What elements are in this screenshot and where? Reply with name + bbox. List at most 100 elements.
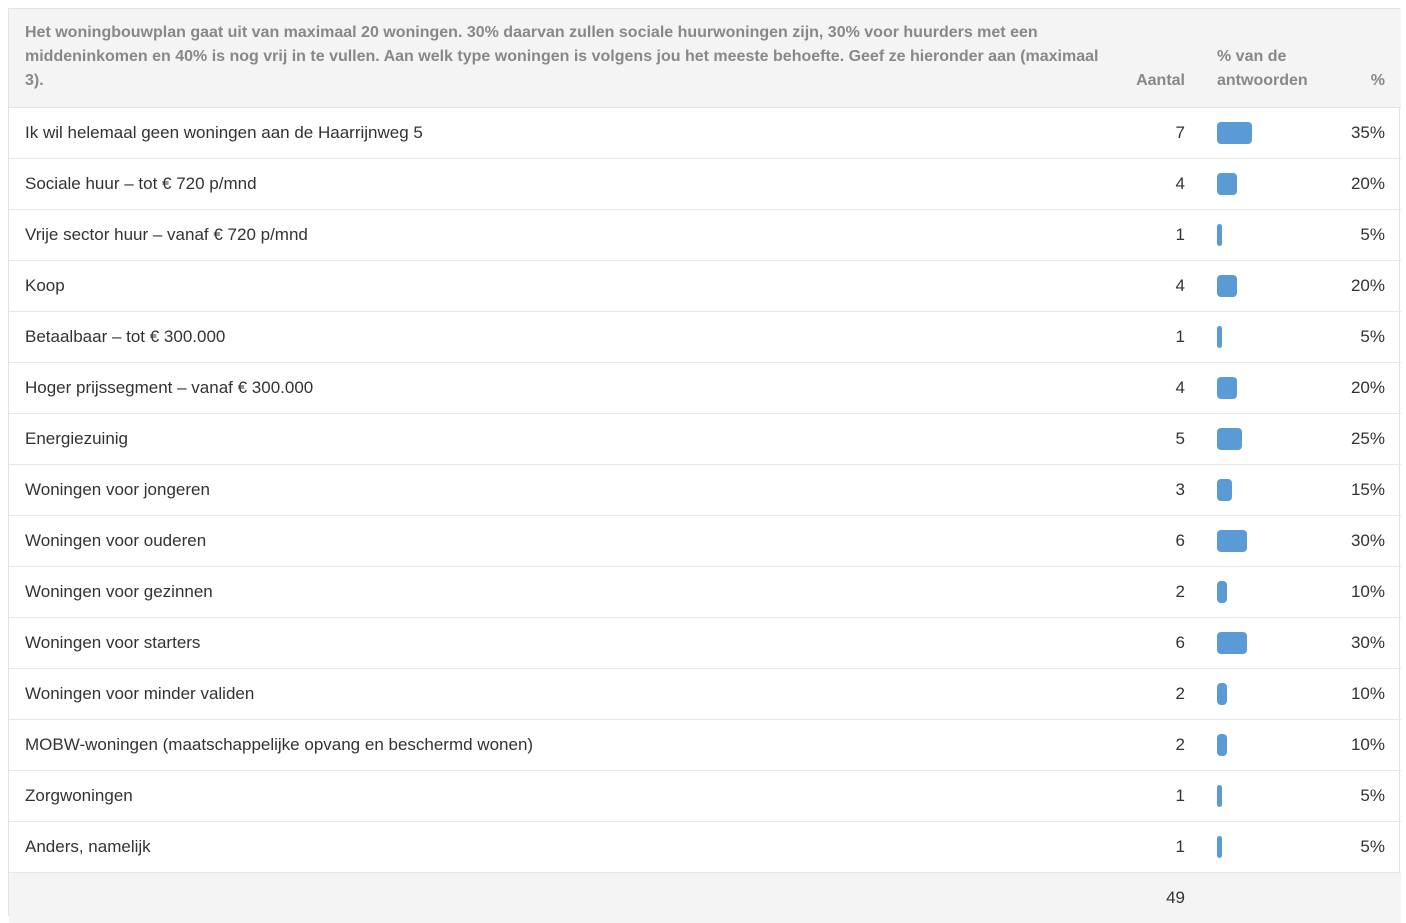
answer-percent: 10% <box>1321 566 1401 618</box>
answer-bar <box>1217 734 1227 756</box>
table-header: Het woningbouwplan gaat uit van maximaal… <box>9 9 1401 108</box>
answer-count: 1 <box>1109 770 1201 822</box>
answer-percent: 20% <box>1321 362 1401 414</box>
answer-percent: 30% <box>1321 617 1401 669</box>
answer-label: Energiezuinig <box>9 413 1109 465</box>
answer-bar-cell <box>1201 770 1321 822</box>
percent-header: % <box>1321 9 1401 108</box>
answer-percent: 10% <box>1321 668 1401 720</box>
answer-label: Woningen voor gezinnen <box>9 566 1109 618</box>
answer-count: 6 <box>1109 617 1201 669</box>
answer-label: Woningen voor starters <box>9 617 1109 669</box>
table-row: Woningen voor jongeren 3 15% <box>9 464 1401 516</box>
bar-header: % van de antwoorden <box>1201 9 1321 108</box>
answer-label: Woningen voor minder validen <box>9 668 1109 720</box>
question-header: Het woningbouwplan gaat uit van maximaal… <box>9 9 1109 108</box>
answer-bar <box>1217 836 1222 858</box>
answer-percent: 5% <box>1321 821 1401 873</box>
answer-count: 6 <box>1109 515 1201 567</box>
footer-empty-cell <box>1321 872 1401 923</box>
answer-label: Woningen voor ouderen <box>9 515 1109 567</box>
table-row: MOBW-woningen (maatschappelijke opvang e… <box>9 719 1401 771</box>
answer-label: Sociale huur – tot € 720 p/mnd <box>9 158 1109 210</box>
answer-label: Vrije sector huur – vanaf € 720 p/mnd <box>9 209 1109 261</box>
answer-label: Anders, namelijk <box>9 821 1109 873</box>
answer-percent: 35% <box>1321 107 1401 159</box>
answer-bar-cell <box>1201 311 1321 363</box>
table-footer: 49 <box>9 872 1401 923</box>
answer-bar <box>1217 326 1222 348</box>
answer-count: 1 <box>1109 209 1201 261</box>
results-table-container: Het woningbouwplan gaat uit van maximaal… <box>8 8 1401 923</box>
answer-percent: 25% <box>1321 413 1401 465</box>
footer-empty-cell <box>9 872 1109 923</box>
answer-percent: 5% <box>1321 311 1401 363</box>
answer-bar <box>1217 479 1232 501</box>
answer-bar-cell <box>1201 668 1321 720</box>
answer-bar-cell <box>1201 821 1321 873</box>
answer-bar-cell <box>1201 617 1321 669</box>
answer-count: 7 <box>1109 107 1201 159</box>
answer-label: Woningen voor jongeren <box>9 464 1109 516</box>
results-table: Het woningbouwplan gaat uit van maximaal… <box>9 9 1401 923</box>
answer-label: Betaalbaar – tot € 300.000 <box>9 311 1109 363</box>
answer-percent: 5% <box>1321 209 1401 261</box>
table-row: Ik wil helemaal geen woningen aan de Haa… <box>9 107 1401 159</box>
answer-bar <box>1217 173 1237 195</box>
answer-count: 4 <box>1109 362 1201 414</box>
answer-bar-cell <box>1201 719 1321 771</box>
table-row: Koop 4 20% <box>9 260 1401 312</box>
answer-label: MOBW-woningen (maatschappelijke opvang e… <box>9 719 1109 771</box>
answer-percent: 10% <box>1321 719 1401 771</box>
table-row: Energiezuinig 5 25% <box>9 413 1401 465</box>
table-row: Anders, namelijk 1 5% <box>9 821 1401 873</box>
answer-bar-cell <box>1201 515 1321 567</box>
answer-label: Hoger prijssegment – vanaf € 300.000 <box>9 362 1109 414</box>
answer-bar-cell <box>1201 413 1321 465</box>
table-row: Woningen voor minder validen 2 10% <box>9 668 1401 720</box>
answer-percent: 5% <box>1321 770 1401 822</box>
answer-bar <box>1217 275 1237 297</box>
table-body: Ik wil helemaal geen woningen aan de Haa… <box>9 107 1401 873</box>
answer-label: Zorgwoningen <box>9 770 1109 822</box>
answer-percent: 15% <box>1321 464 1401 516</box>
answer-bar <box>1217 224 1222 246</box>
answer-bar-cell <box>1201 158 1321 210</box>
table-row: Zorgwoningen 1 5% <box>9 770 1401 822</box>
table-row: Sociale huur – tot € 720 p/mnd 4 20% <box>9 158 1401 210</box>
answer-percent: 20% <box>1321 158 1401 210</box>
answer-bar-cell <box>1201 362 1321 414</box>
answer-count: 4 <box>1109 158 1201 210</box>
table-row: Betaalbaar – tot € 300.000 1 5% <box>9 311 1401 363</box>
answer-bar <box>1217 530 1247 552</box>
footer-empty-cell <box>1201 872 1321 923</box>
table-row: Woningen voor ouderen 6 30% <box>9 515 1401 567</box>
table-row: Hoger prijssegment – vanaf € 300.000 4 20% <box>9 362 1401 414</box>
answer-percent: 20% <box>1321 260 1401 312</box>
answer-bar-cell <box>1201 566 1321 618</box>
answer-label: Koop <box>9 260 1109 312</box>
answer-count: 3 <box>1109 464 1201 516</box>
answer-label: Ik wil helemaal geen woningen aan de Haa… <box>9 107 1109 159</box>
answer-bar-cell <box>1201 464 1321 516</box>
answer-count: 1 <box>1109 311 1201 363</box>
answer-bar <box>1217 785 1222 807</box>
table-row: Vrije sector huur – vanaf € 720 p/mnd 1 5% <box>9 209 1401 261</box>
answer-bar <box>1217 428 1242 450</box>
answer-bar <box>1217 377 1237 399</box>
answer-bar-cell <box>1201 260 1321 312</box>
answer-bar <box>1217 632 1247 654</box>
answer-percent: 30% <box>1321 515 1401 567</box>
header-row: Het woningbouwplan gaat uit van maximaal… <box>9 9 1401 108</box>
count-header: Aantal <box>1109 9 1201 108</box>
answer-count: 2 <box>1109 566 1201 618</box>
table-row: Woningen voor gezinnen 2 10% <box>9 566 1401 618</box>
answer-bar <box>1217 122 1252 144</box>
answer-count: 5 <box>1109 413 1201 465</box>
answer-bar-cell <box>1201 107 1321 159</box>
answer-bar-cell <box>1201 209 1321 261</box>
total-count: 49 <box>1109 872 1201 923</box>
answer-bar <box>1217 683 1227 705</box>
answer-count: 1 <box>1109 821 1201 873</box>
table-row: Woningen voor starters 6 30% <box>9 617 1401 669</box>
